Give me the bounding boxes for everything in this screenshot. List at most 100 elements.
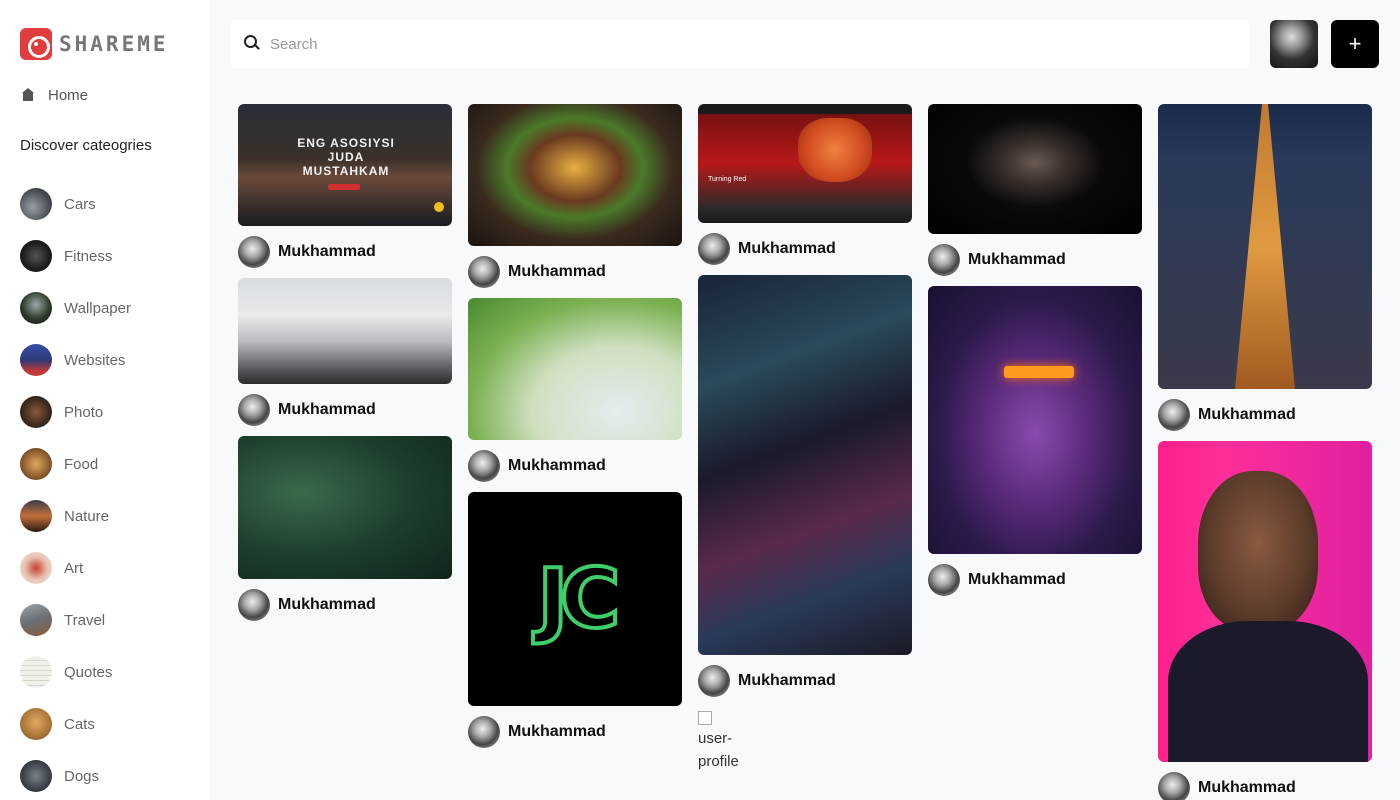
app-logo[interactable]: SHAREME: [20, 28, 169, 60]
author-avatar: [698, 233, 730, 265]
broken-user-profile-image: user-profile: [698, 711, 748, 773]
pin-card[interactable]: Mukhammad: [928, 104, 1142, 276]
websites-thumbnail: [20, 344, 52, 376]
pin-author[interactable]: Mukhammad: [468, 256, 682, 288]
author-name: Mukhammad: [738, 672, 836, 689]
pin-card[interactable]: Mukhammad: [238, 278, 452, 426]
pin-image[interactable]: [468, 104, 682, 246]
author-name: Mukhammad: [278, 596, 376, 613]
logo-text: SHAREME: [59, 32, 169, 56]
art-thumbnail: [20, 552, 52, 584]
food-thumbnail: [20, 448, 52, 480]
pin-card[interactable]: Turning Red Mukhammad: [698, 104, 912, 265]
category-item-art[interactable]: Art: [20, 542, 131, 594]
pin-image[interactable]: [468, 298, 682, 440]
category-item-photo[interactable]: Photo: [20, 386, 131, 438]
pin-column-5: Mukhammad Mukhammad: [1158, 104, 1372, 800]
travel-thumbnail: [20, 604, 52, 636]
author-avatar: [928, 244, 960, 276]
category-label: Fitness: [64, 247, 113, 265]
category-label: Quotes: [64, 663, 113, 681]
pin-card[interactable]: Mukhammad: [698, 275, 912, 697]
pin-author[interactable]: Mukhammad: [1158, 772, 1372, 800]
cats-thumbnail: [20, 708, 52, 740]
pin-author[interactable]: Mukhammad: [238, 589, 452, 621]
wallpaper-thumbnail: [20, 292, 52, 324]
pin-author[interactable]: Mukhammad: [238, 236, 452, 268]
pin-author[interactable]: Mukhammad: [1158, 399, 1372, 431]
author-name: Mukhammad: [508, 263, 606, 280]
fitness-thumbnail: [20, 240, 52, 272]
author-name: Mukhammad: [968, 251, 1066, 268]
dogs-thumbnail: [20, 760, 52, 792]
pin-card[interactable]: Mukhammad: [1158, 104, 1372, 431]
add-pin-button[interactable]: +: [1331, 20, 1379, 68]
category-item-quotes[interactable]: Quotes: [20, 646, 131, 698]
pin-column-1: ENG ASOSIYSI JUDA MUSTAHKAM Mukhammad Mu…: [238, 104, 452, 631]
category-item-wallpaper[interactable]: Wallpaper: [20, 282, 131, 334]
pin-image[interactable]: ENG ASOSIYSI JUDA MUSTAHKAM: [238, 104, 452, 226]
pin-image[interactable]: [238, 278, 452, 384]
category-item-fitness[interactable]: Fitness: [20, 230, 131, 282]
home-icon: [20, 88, 36, 102]
pin-image[interactable]: [698, 275, 912, 655]
tower-shape: [1235, 104, 1295, 389]
search-input[interactable]: [270, 35, 1170, 53]
category-item-nature[interactable]: Nature: [20, 490, 131, 542]
pin-image[interactable]: JC: [468, 492, 682, 706]
author-avatar: [468, 450, 500, 482]
user-avatar[interactable]: [1270, 20, 1318, 68]
pin-author[interactable]: Mukhammad: [238, 394, 452, 426]
category-label: Art: [64, 559, 84, 577]
visor-glow: [1004, 366, 1074, 378]
category-item-travel[interactable]: Travel: [20, 594, 131, 646]
category-item-cars[interactable]: Cars: [20, 178, 131, 230]
category-label: Photo: [64, 403, 104, 421]
category-item-food[interactable]: Food: [20, 438, 131, 490]
pin-author[interactable]: Mukhammad: [928, 564, 1142, 596]
pin-author[interactable]: Mukhammad: [698, 665, 912, 697]
pin-card[interactable]: Mukhammad: [1158, 441, 1372, 800]
pin-card[interactable]: Mukhammad: [238, 436, 452, 621]
pin-card[interactable]: Mukhammad: [468, 104, 682, 288]
broken-image-icon: [698, 711, 712, 725]
author-avatar: [1158, 399, 1190, 431]
author-avatar: [468, 256, 500, 288]
pin-image[interactable]: Turning Red: [698, 104, 912, 223]
author-name: Mukhammad: [1198, 406, 1296, 423]
pin-author[interactable]: Mukhammad: [698, 233, 912, 265]
pin-author[interactable]: Mukhammad: [468, 450, 682, 482]
category-item-websites[interactable]: Websites: [20, 334, 131, 386]
home-link[interactable]: Home: [20, 84, 88, 106]
home-label: Home: [48, 86, 89, 104]
author-name: Mukhammad: [508, 723, 606, 740]
category-item-cats[interactable]: Cats: [20, 698, 131, 750]
category-label: Nature: [64, 507, 110, 525]
pin-image[interactable]: [928, 286, 1142, 554]
search-icon[interactable]: [244, 35, 262, 53]
pin-card[interactable]: ENG ASOSIYSI JUDA MUSTAHKAM Mukhammad: [238, 104, 452, 268]
broken-image-alt: user-profile: [698, 730, 739, 770]
pin-image[interactable]: [1158, 104, 1372, 389]
category-label: Cars: [64, 195, 96, 213]
pin-card[interactable]: Mukhammad: [928, 286, 1142, 596]
author-name: Mukhammad: [1198, 779, 1296, 796]
pin-image[interactable]: [238, 436, 452, 579]
author-name: Mukhammad: [508, 457, 606, 474]
category-item-dogs[interactable]: Dogs: [20, 750, 131, 800]
author-avatar: [928, 564, 960, 596]
search-bar: [230, 20, 1250, 68]
chat-bubble-icon: [434, 202, 444, 212]
pin-column-2: Mukhammad Mukhammad JC Mukhammad: [468, 104, 682, 758]
author-avatar: [238, 394, 270, 426]
discover-categories-heading: Discover cateogries: [20, 137, 152, 154]
pin-image[interactable]: [1158, 441, 1372, 762]
photo-thumbnail: [20, 396, 52, 428]
pin-card[interactable]: Mukhammad: [468, 298, 682, 482]
pin-author[interactable]: Mukhammad: [928, 244, 1142, 276]
author-name: Mukhammad: [278, 243, 376, 260]
pin-column-3: Turning Red Mukhammad Mukhammad user-pro…: [698, 104, 912, 773]
pin-author[interactable]: Mukhammad: [468, 716, 682, 748]
pin-image[interactable]: [928, 104, 1142, 234]
pin-card[interactable]: JC Mukhammad: [468, 492, 682, 748]
